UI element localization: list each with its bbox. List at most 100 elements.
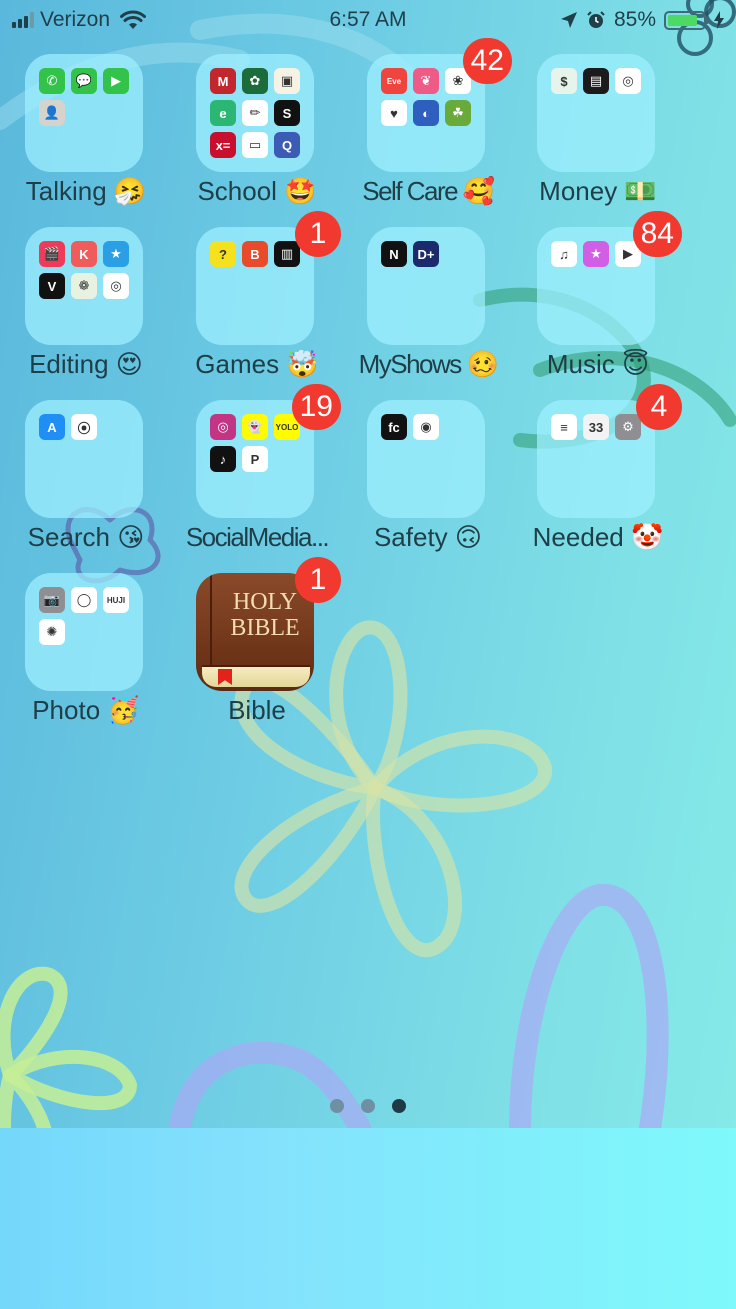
item-label: Self Care 🥰	[362, 176, 495, 206]
folder-self-care[interactable]: Eve ❦ ❀ ♥ ◐ ☘ 42 Self Care 🥰	[342, 38, 514, 226]
folder-editing[interactable]: 🎬 K ★ V ❁ ◎ Editing 😍	[0, 227, 172, 399]
contacts-app-icon: 👤	[39, 100, 65, 126]
netflix-app-icon: N	[381, 241, 407, 267]
notification-badge: 84	[632, 211, 682, 257]
folder-preview: ? B ▥	[196, 227, 314, 345]
disney-app-icon: D+	[413, 241, 439, 267]
item-label: Safety 🙃	[373, 522, 483, 552]
book-spine	[210, 573, 212, 665]
folder-safety[interactable]: fc ◉ Safety 🙃	[342, 400, 514, 572]
plant-nanny-app-icon: ☘	[445, 100, 471, 126]
folder-socialmedia[interactable]: ◎ 👻 YOLO ♪ P 19 SocialMedia...	[171, 384, 343, 572]
folder-needed[interactable]: ≡ 33 ⚙ 4 Needed 🤡	[512, 384, 684, 572]
folder-photo[interactable]: 📷 ◯ HUJI ✺ Photo 🥳	[0, 573, 172, 745]
folder-preview: fc ◉	[367, 400, 485, 518]
page-indicator[interactable]	[0, 1099, 736, 1113]
health-app-icon: ♥	[381, 100, 407, 126]
page-dot-1[interactable]	[330, 1099, 344, 1113]
google-classroom-app-icon: ▣	[274, 68, 300, 94]
tiktok-app-icon: ♪	[210, 446, 236, 472]
meme-game-app-icon: ?	[210, 241, 236, 267]
item-label: Bible	[228, 695, 286, 725]
folder-talking[interactable]: ✆ 💬 ▶ 👤 Talking 🤧	[0, 54, 172, 226]
folder-search[interactable]: A ⦿ Search 😘	[0, 400, 172, 572]
film-camera-app-icon: ◯	[71, 587, 97, 613]
folder-money[interactable]: $ ▤ ◎ Money 💵	[512, 54, 684, 226]
dock-area	[0, 1128, 736, 1309]
pic-collage-app-icon: ❁	[71, 273, 97, 299]
item-label: SocialMedia...	[185, 522, 330, 552]
phone-app-icon: ✆	[39, 68, 65, 94]
camera-app-icon: 📷	[39, 587, 65, 613]
safari-app-icon: ⦿	[71, 414, 97, 440]
flo-app-icon: ❦	[413, 68, 439, 94]
notification-badge: 1	[295, 211, 341, 257]
folder-preview: ≡ 33 ⚙	[537, 400, 655, 518]
item-label: Editing 😍	[29, 349, 143, 379]
charging-bolt-icon	[714, 11, 724, 29]
bible-icon-title: HOLY BIBLE	[216, 589, 314, 641]
status-bar: Verizon 6:57 AM 85%	[0, 0, 736, 42]
find-my-app-icon: ◉	[413, 414, 439, 440]
page-dot-2[interactable]	[361, 1099, 375, 1113]
notification-badge: 19	[291, 384, 341, 430]
photos-app-icon: ✺	[39, 619, 65, 645]
target-app-icon: ◎	[615, 68, 641, 94]
bible-app-icon: HOLY BIBLE	[196, 573, 314, 691]
item-label: School 🤩	[197, 176, 317, 206]
item-label: Games 🤯	[195, 349, 319, 379]
wallet-app-icon: ▤	[583, 68, 609, 94]
settings-app-icon: ⚙	[615, 414, 641, 440]
item-label: Money 💵	[539, 176, 657, 206]
bible-line-2: BIBLE	[230, 615, 300, 641]
location-arrow-icon	[560, 12, 577, 28]
snapchat-app-icon: 👻	[242, 414, 268, 440]
item-label: Music 😇	[546, 349, 650, 379]
facetime-app-icon: ▶	[103, 68, 129, 94]
folder-school[interactable]: M ✿ ▣ e ✏ Sx= ▭ Q School 🤩	[171, 54, 343, 226]
item-label: Talking 🤧	[25, 176, 147, 206]
app-store-app-icon: A	[39, 414, 65, 440]
cash-app-app-icon: $	[551, 68, 577, 94]
item-label: Photo 🥳	[32, 695, 140, 725]
piano-app-icon: ▥	[274, 241, 300, 267]
notification-badge: 4	[636, 384, 682, 430]
item-label: Search 😘	[27, 522, 145, 552]
battery-icon	[664, 10, 709, 30]
folder-preview: ✆ 💬 ▶ 👤	[25, 54, 143, 172]
google-slides-app-icon: ▭	[242, 132, 268, 158]
folder-preview: M ✿ ▣ e ✏ Sx= ▭ Q	[196, 54, 314, 172]
calm-app-app-icon: ◐	[413, 100, 439, 126]
music-app-icon: ♫	[551, 241, 577, 267]
schoology-app-icon: S	[274, 100, 300, 126]
video-star-app-icon: ★	[103, 241, 129, 267]
spiral-app-app-icon: ◎	[103, 273, 129, 299]
alarm-icon	[587, 11, 605, 28]
pinwheel-app-icon: ✿	[242, 68, 268, 94]
notification-badge: 42	[462, 38, 512, 84]
pencil-app-app-icon: ✏	[242, 100, 268, 126]
folder-myshows[interactable]: N D+ MyShows 🥴	[342, 227, 514, 399]
page-dot-3[interactable]	[392, 1099, 406, 1113]
folder-games[interactable]: ? B ▥ 1 Games 🤯	[171, 211, 343, 399]
kinemaster-app-icon: K	[71, 241, 97, 267]
edmentum-app-icon: e	[210, 100, 236, 126]
folder-preview: 🎬 K ★ V ❁ ◎	[25, 227, 143, 345]
item-label: MyShows 🥴	[358, 349, 499, 379]
instagram-app-icon: ◎	[210, 414, 236, 440]
notes-app-icon: ≡	[551, 414, 577, 440]
folder-music[interactable]: ♫ ★ ▶ 84 Music 😇	[512, 211, 684, 399]
video-editor-app-icon: 🎬	[39, 241, 65, 267]
messages-app-icon: 💬	[71, 68, 97, 94]
folder-preview: $ ▤ ◎	[537, 54, 655, 172]
battery-fill	[668, 14, 697, 26]
app-bible[interactable]: HOLY BIBLE 1 Bible	[171, 557, 343, 745]
folder-preview: A ⦿	[25, 400, 143, 518]
folder-preview: N D+	[367, 227, 485, 345]
countdown-app-app-icon: 33	[583, 414, 609, 440]
folder-preview: 📷 ◯ HUJI ✺	[25, 573, 143, 691]
notification-badge: 1	[295, 557, 341, 603]
itunes-store-app-icon: ★	[583, 241, 609, 267]
item-label: Needed 🤡	[532, 522, 664, 552]
quizlet-app-icon: Q	[274, 132, 300, 158]
